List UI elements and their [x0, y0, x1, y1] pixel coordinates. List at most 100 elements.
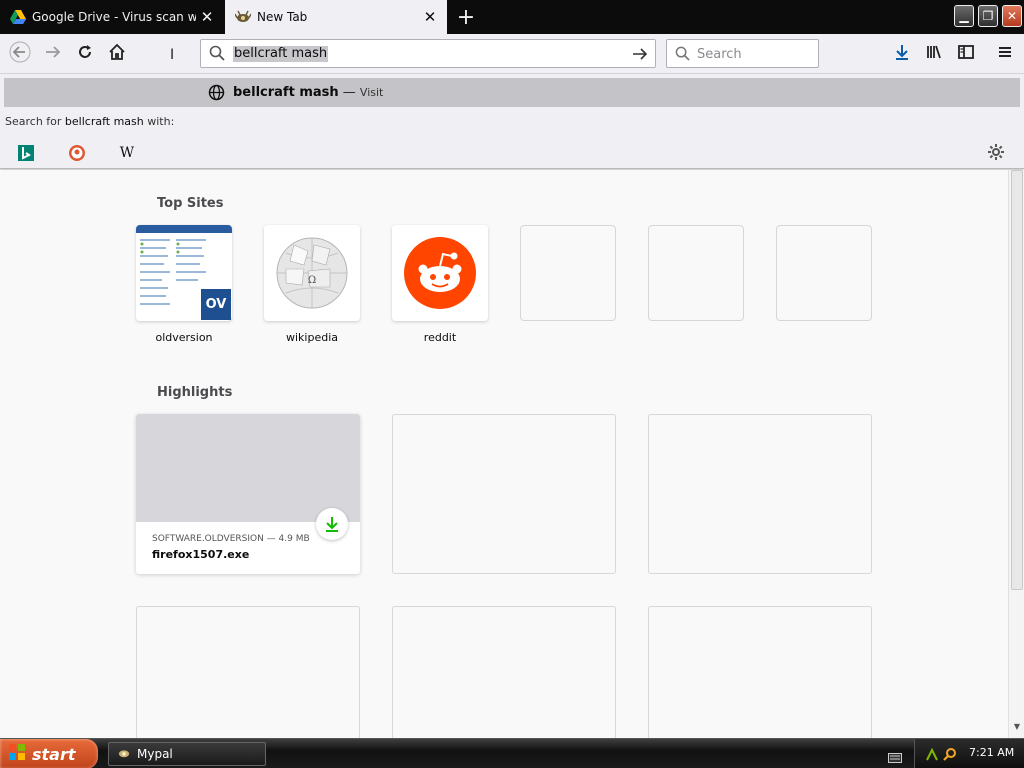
top-site-label: wikipedia: [285, 331, 338, 344]
reload-icon: [76, 43, 94, 65]
search-for-label: Search for bellcraft mash with:: [5, 115, 174, 128]
close-tab-icon[interactable]: ✕: [196, 6, 218, 28]
new-tab-page: Top Sites OV oldversion Ω wikipedia redd…: [0, 170, 1008, 738]
oldversion-thumbnail: OV: [136, 225, 232, 321]
highlight-card-empty: [648, 414, 872, 574]
start-label: start: [32, 744, 76, 764]
search-for-suffix: with:: [143, 115, 175, 128]
url-bar[interactable]: bellcraft mash: [200, 39, 656, 68]
hamburger-menu-icon: [997, 44, 1013, 64]
search-placeholder: Search: [697, 47, 742, 62]
tab-google-drive[interactable]: Google Drive - Virus scan warning ✕: [0, 0, 224, 34]
network-icon[interactable]: [925, 747, 939, 766]
search-icon: [209, 45, 225, 65]
suggestion-row[interactable]: bellcraft mash — Visit: [4, 78, 1020, 107]
library-icon: [925, 43, 943, 65]
forward-arrow-icon: [43, 42, 63, 66]
empty-tile: [520, 225, 616, 321]
empty-tile: [648, 225, 744, 321]
highlight-card-empty: [136, 606, 360, 738]
mypal-icon: [117, 747, 131, 762]
sidebar-icon: [957, 43, 975, 65]
highlight-preview: [136, 414, 360, 522]
taskbar-item-label: Mypal: [137, 747, 173, 761]
highlight-card-empty: [392, 606, 616, 738]
highlight-source: SOFTWARE.OLDVERSION — 4.9 MB: [152, 534, 310, 544]
minimize-window-button[interactable]: ▁: [954, 5, 974, 27]
top-site-label: reddit: [423, 331, 457, 344]
home-icon: [108, 43, 126, 65]
close-window-button[interactable]: ✕: [1002, 5, 1022, 27]
new-tab-icon: [235, 9, 251, 25]
url-input-value[interactable]: bellcraft mash: [233, 46, 329, 62]
top-site-oldversion[interactable]: OV oldversion: [136, 225, 232, 344]
reddit-logo-icon: [392, 225, 488, 321]
top-site-wikipedia[interactable]: Ω wikipedia: [264, 225, 360, 344]
highlight-card-empty: [392, 414, 616, 574]
tab-title: Google Drive - Virus scan warning: [32, 10, 196, 24]
top-sites-heading: Top Sites: [157, 196, 224, 211]
download-arrow-icon: [893, 43, 911, 65]
duckduckgo-icon[interactable]: [66, 142, 88, 164]
library-button[interactable]: [920, 40, 948, 68]
sidebar-button[interactable]: [952, 40, 980, 68]
vertical-scrollbar[interactable]: ▼: [1008, 170, 1024, 738]
menu-button[interactable]: [991, 40, 1019, 68]
browser-window: Google Drive - Virus scan warning ✕ New …: [0, 0, 1024, 768]
downloads-button[interactable]: [888, 40, 916, 68]
download-icon: [316, 508, 348, 540]
search-tray-icon[interactable]: [943, 746, 957, 765]
navigation-toolbar: bellcraft mash Search: [0, 34, 1024, 74]
new-tab-plus-icon[interactable]: +: [452, 4, 480, 30]
suggestion-separator: —: [338, 85, 360, 100]
search-for-prefix: Search for: [5, 115, 65, 128]
go-arrow-icon[interactable]: [631, 45, 649, 67]
search-icon: [675, 46, 690, 65]
globe-icon: [208, 84, 225, 105]
start-button[interactable]: start: [0, 739, 98, 768]
highlight-card-download[interactable]: SOFTWARE.OLDVERSION — 4.9 MB firefox1507…: [136, 414, 360, 574]
oldversion-badge: OV: [200, 288, 232, 321]
restore-window-button[interactable]: ❐: [978, 5, 998, 27]
wikipedia-globe-icon: Ω: [264, 225, 360, 321]
google-drive-icon: [10, 9, 26, 25]
home-button[interactable]: [103, 40, 131, 68]
suggestion-action: Visit: [359, 86, 384, 99]
back-button[interactable]: [6, 40, 34, 68]
bing-icon[interactable]: [15, 142, 37, 164]
close-tab-icon[interactable]: ✕: [419, 6, 441, 28]
empty-tile: [776, 225, 872, 321]
search-engine-bar: W: [0, 137, 1024, 169]
search-for-term: bellcraft mash: [64, 115, 144, 128]
top-site-label: oldversion: [155, 331, 213, 344]
windows-flag-icon: [8, 743, 26, 765]
system-tray: 7:21 AM: [914, 739, 1024, 768]
suggestion-term: bellcraft mash: [233, 85, 339, 100]
scroll-down-arrow-icon[interactable]: ▼: [1011, 722, 1023, 736]
gear-icon[interactable]: [987, 143, 1005, 165]
text-cursor-icon: I: [170, 47, 175, 63]
search-box[interactable]: Search: [666, 39, 819, 68]
top-site-empty[interactable]: [648, 225, 744, 321]
tab-new-tab[interactable]: New Tab ✕: [225, 0, 447, 34]
back-arrow-icon: [9, 41, 31, 67]
reload-button[interactable]: [71, 40, 99, 68]
highlight-card-empty: [648, 606, 872, 738]
highlight-title: firefox1507.exe: [152, 548, 250, 561]
keyboard-icon[interactable]: [888, 748, 902, 767]
top-site-reddit[interactable]: reddit: [392, 225, 488, 344]
clock: 7:21 AM: [969, 746, 1015, 759]
scrollbar-thumb[interactable]: [1011, 170, 1023, 590]
tab-title: New Tab: [257, 10, 308, 24]
highlights-heading: Highlights: [157, 385, 233, 400]
url-suggestions-dropdown: bellcraft mash — Visit Search for bellcr…: [0, 75, 1024, 169]
top-site-empty[interactable]: [520, 225, 616, 321]
tab-strip: Google Drive - Virus scan warning ✕ New …: [0, 0, 1024, 34]
svg-text:Ω: Ω: [308, 275, 316, 286]
wikipedia-icon[interactable]: W: [116, 142, 138, 164]
forward-button[interactable]: [39, 40, 67, 68]
taskbar: start Mypal 7:21 AM: [0, 738, 1024, 768]
suggestion-label: bellcraft mash — Visit: [233, 85, 383, 100]
taskbar-item-mypal[interactable]: Mypal: [108, 742, 266, 766]
top-site-empty[interactable]: [776, 225, 872, 321]
